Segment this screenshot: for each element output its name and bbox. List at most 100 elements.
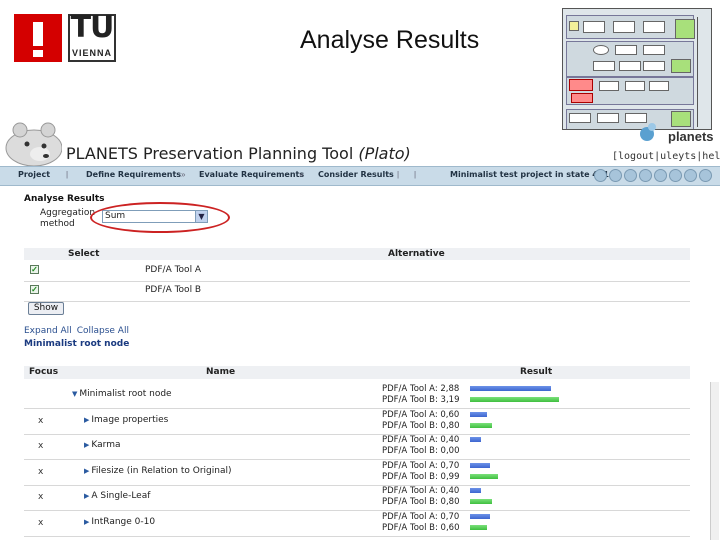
result-bar-a [470, 462, 490, 468]
nav-project[interactable]: Project [18, 170, 50, 179]
step-circle-icon[interactable] [684, 169, 697, 182]
result-row: x ▶ Filesize (in Relation to Original) PDF/… [24, 460, 690, 486]
triangle-right-icon[interactable]: ▶ [84, 416, 89, 424]
highlight-ellipse [90, 202, 230, 233]
nav-separator: | [397, 170, 400, 179]
select-column-header: Select [68, 249, 100, 259]
result-value-b: PDF/A Tool B: 0,80 [382, 497, 460, 507]
result-row: x ▶ A Single-Leaf PDF/A Tool A: 0,40 PDF/A T… [24, 485, 690, 511]
result-value-a: PDF/A Tool A: 2,88 [382, 384, 460, 394]
name-column-header: Name [206, 367, 236, 377]
alternative-checkbox[interactable]: ✓ [30, 265, 39, 274]
node-label: Image properties [91, 414, 169, 425]
result-value-b: PDF/A Tool B: 0,60 [382, 522, 460, 533]
node-label: Karma [91, 440, 121, 450]
result-bar-a [470, 488, 482, 493]
focus-cell[interactable]: x [38, 467, 43, 477]
focus-cell[interactable]: x [38, 492, 43, 502]
step-circle-icon[interactable] [654, 169, 667, 182]
step-circle-icon[interactable] [639, 169, 652, 182]
result-row: x ▶ Karma PDF/A Tool A: 0,40 PDF/A Tool B: 0… [24, 434, 690, 460]
triangle-down-icon[interactable]: ▼ [72, 390, 77, 398]
result-bar-b [470, 499, 493, 504]
result-value-a: PDF/A Tool A: 0,40 [382, 435, 460, 445]
root-node-link[interactable]: Minimalist root node [24, 339, 129, 349]
planets-logo-icon [640, 123, 658, 143]
alternative-row: ✓ PDF/A Tool B [24, 281, 690, 302]
result-row: x ▶ IntRange 0-10 PDF/A Tool A: 0,70 PDF/A T… [24, 511, 690, 537]
nav-separator: | [414, 170, 417, 179]
result-bar-b [470, 397, 560, 402]
node-label: A Single-Leaf [91, 491, 151, 501]
tu-logo-text: TU [70, 10, 115, 45]
main-nav: Project | Define Requirements » Evaluate… [0, 166, 720, 186]
planets-logo-text: planets [668, 129, 714, 144]
alternative-name: PDF/A Tool A [145, 265, 202, 275]
section-title: Analyse Results [24, 194, 105, 204]
node-label: Filesize (in Relation to Original) [91, 465, 232, 476]
node-name[interactable]: ▶ A Single-Leaf [84, 491, 150, 501]
node-name[interactable]: ▶ Image properties [84, 415, 168, 425]
app-title-italic: (Plato) [358, 144, 411, 163]
focus-column-header: Focus [29, 367, 59, 377]
alternative-column-header: Alternative [388, 249, 445, 259]
vertical-scrollbar[interactable] [710, 382, 719, 540]
expand-collapse-links: Expand All Collapse All [24, 326, 134, 336]
result-bar-a [470, 411, 487, 417]
result-value-b: PDF/A Tool B: 0,99 [382, 471, 460, 482]
focus-cell[interactable]: x [38, 518, 43, 528]
result-bar-a [470, 437, 482, 442]
step-circle-icon[interactable] [699, 169, 712, 182]
focus-cell[interactable]: x [38, 416, 43, 426]
result-column-header: Result [520, 367, 553, 377]
result-row: x ▶ Image properties PDF/A Tool A: 0,60 PDF/… [24, 409, 690, 435]
step-circle-icon[interactable] [624, 169, 637, 182]
node-label: Minimalist root node [79, 389, 172, 399]
node-name[interactable]: ▶ Karma [84, 440, 120, 450]
plato-bear-icon [5, 122, 62, 166]
tu-logo-subtext: VIENNA [71, 48, 112, 58]
nav-define-requirements[interactable]: Define Requirements [86, 170, 181, 179]
alternative-checkbox[interactable]: ✓ [30, 285, 39, 294]
expand-all-link[interactable]: Expand All [24, 326, 72, 336]
results-table-header: Focus Name Result [24, 366, 690, 379]
result-value-a: PDF/A Tool A: 0,70 [382, 460, 460, 471]
triangle-right-icon[interactable]: ▶ [84, 518, 89, 526]
result-bar-a [470, 513, 490, 519]
node-name[interactable]: ▶ Filesize (in Relation to Original) [84, 466, 231, 476]
result-value-b: PDF/A Tool B: 0,00 [382, 446, 460, 456]
result-bar-b [470, 422, 493, 428]
triangle-right-icon[interactable]: ▶ [84, 467, 89, 475]
result-value-a: PDF/A Tool A: 0,70 [382, 511, 460, 522]
result-bar-b [470, 473, 498, 479]
step-circle-icon[interactable] [669, 169, 682, 182]
show-button[interactable]: Show [28, 302, 64, 315]
triangle-right-icon[interactable]: ▶ [84, 441, 89, 449]
triangle-right-icon[interactable]: ▶ [84, 492, 89, 500]
nav-evaluate-requirements[interactable]: Evaluate Requirements [199, 170, 304, 179]
collapse-all-link[interactable]: Collapse All [77, 326, 129, 336]
user-links[interactable]: [logout|uleyts|help] [612, 151, 720, 162]
alternatives-table-header: Select Alternative [24, 248, 690, 260]
result-bar-a [470, 386, 551, 391]
result-value-a: PDF/A Tool A: 0,40 [382, 486, 460, 496]
alternative-row: ✓ PDF/A Tool A [24, 261, 690, 282]
nav-consider-results[interactable]: Consider Results [318, 170, 394, 179]
tu-logo-dot [33, 50, 43, 57]
result-value-b: PDF/A Tool B: 3,19 [382, 395, 460, 405]
nav-separator: | [66, 170, 69, 179]
focus-cell[interactable]: x [38, 441, 43, 451]
nav-project-state: Minimalist test project in state 411 [450, 170, 609, 179]
slide-title: Analyse Results [300, 26, 480, 54]
app-title: PLANETS Preservation Planning Tool (Plat… [66, 144, 411, 163]
result-row: ▼ Minimalist root node PDF/A Tool A: 2,88 P… [24, 383, 690, 409]
app-title-main: PLANETS Preservation Planning Tool [66, 144, 359, 163]
step-circle-icon[interactable] [609, 169, 622, 182]
result-value-b: PDF/A Tool B: 0,80 [382, 420, 460, 431]
step-circle-icon[interactable] [594, 169, 607, 182]
nav-separator: » [299, 170, 304, 179]
node-name[interactable]: ▶ IntRange 0-10 [84, 517, 155, 527]
result-bar-b [470, 524, 487, 530]
node-label: IntRange 0-10 [91, 516, 156, 527]
node-name[interactable]: ▼ Minimalist root node [72, 389, 172, 399]
